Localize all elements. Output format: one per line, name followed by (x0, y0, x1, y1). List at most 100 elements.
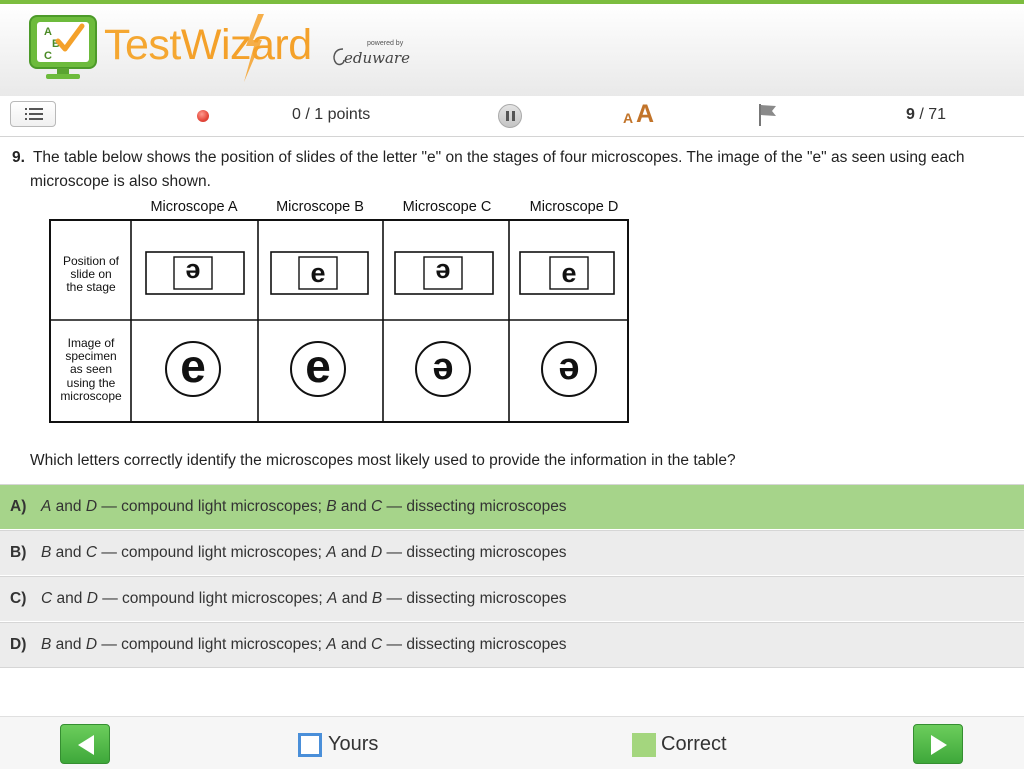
answer-text-segment: and (51, 636, 86, 653)
answer-letter: B (371, 590, 383, 607)
answer-text: B and D — compound light microscopes; A … (41, 636, 567, 654)
answer-letter: B (326, 498, 337, 515)
answer-choice-c[interactable]: C) C and D — compound light microscopes;… (0, 576, 1024, 621)
column-header-microscope-b: Microscope B (276, 199, 364, 215)
yours-legend-label: Yours (328, 733, 379, 755)
image-cell-microscope-d: e (541, 341, 597, 397)
question-list-button[interactable] (10, 101, 56, 127)
slide-position-row: eeee (145, 251, 615, 295)
answer-choice-b[interactable]: B) B and C — compound light microscopes;… (0, 530, 1024, 575)
answer-letter: A (326, 544, 337, 561)
answer-letter: D (85, 498, 98, 515)
app-logo-text: TestWizard (104, 20, 312, 70)
slide-cell-microscope-c: e (394, 251, 494, 295)
question-stem: 9. The table below shows the position of … (12, 146, 1005, 194)
lightning-bolt-icon (244, 14, 264, 82)
correct-legend-label: Correct (661, 733, 727, 755)
answer-choice-d[interactable]: D) B and D — compound light microscopes;… (0, 622, 1024, 668)
answer-label: A) (10, 498, 27, 515)
answer-text-segment: — compound light microscopes; (97, 636, 327, 653)
answer-letter: B (41, 636, 52, 653)
specimen-letter-e: e (305, 340, 331, 392)
column-header-microscope-d: Microscope D (530, 199, 619, 215)
total-questions: / 71 (914, 106, 947, 123)
answer-text-segment: and (337, 590, 372, 607)
answer-label: C) (10, 590, 27, 607)
answer-text-segment: and (51, 498, 86, 515)
pause-button[interactable] (498, 104, 522, 128)
powered-by-label: powered by (367, 40, 404, 47)
testwizard-monitor-icon: A B C (29, 15, 97, 79)
pause-icon-bar (506, 111, 509, 121)
answer-text: A and D — compound light microscopes; B … (41, 498, 567, 516)
answer-text-segment: and (52, 590, 87, 607)
row-label-line: the stage (66, 280, 116, 294)
powered-by-eduware: powered by eduware (330, 40, 410, 70)
answer-letter: B (41, 544, 52, 561)
answer-choice-a[interactable]: A) A and D — compound light microscopes;… (0, 484, 1024, 529)
answer-text: B and C — compound light microscopes; A … (41, 544, 567, 562)
arrow-right-icon (931, 735, 947, 755)
specimen-image-row: eeee (165, 340, 597, 397)
slide-letter-e: e (435, 258, 450, 288)
previous-question-button[interactable] (60, 724, 110, 764)
answer-letter: A (41, 498, 52, 515)
increase-font-button[interactable]: A (636, 100, 654, 129)
answer-label: D) (10, 636, 27, 653)
slide-letter-e: e (561, 258, 576, 288)
answer-text-segment: — dissecting microscopes (382, 636, 567, 653)
yours-legend-swatch (298, 733, 322, 757)
flag-question-button[interactable] (757, 103, 779, 127)
decrease-font-button[interactable]: A (623, 110, 633, 126)
answer-text-segment: and (336, 544, 372, 561)
answer-letter: A (326, 636, 337, 653)
points-display: 0 / 1 points (292, 106, 371, 123)
correct-legend-swatch (632, 733, 656, 757)
svg-text:C: C (44, 50, 52, 62)
question-number: 9. (12, 149, 25, 166)
answer-text: C and D — compound light microscopes; A … (41, 590, 567, 608)
image-cell-microscope-c: e (415, 341, 471, 397)
pause-icon-bar (512, 111, 515, 121)
slide-cell-microscope-b: e (270, 251, 369, 295)
column-header-microscope-a: Microscope A (150, 199, 237, 215)
answer-letter: A (327, 590, 338, 607)
next-question-button[interactable] (913, 724, 963, 764)
image-cell-microscope-a: e (165, 340, 221, 397)
row-label-position: Position of slide on the stage (63, 254, 120, 294)
answer-text-segment: — dissecting microscopes (382, 498, 567, 515)
slide-letter-e: e (185, 258, 200, 288)
answer-letter: D (85, 636, 98, 653)
microscope-table: Microscope A Microscope B Microscope C M… (49, 199, 629, 423)
answer-letter: C (85, 544, 98, 561)
answer-text-segment: — dissecting microscopes (382, 544, 567, 561)
answer-text-segment: — dissecting microscopes (382, 590, 567, 607)
row-label-line: slide on (70, 267, 111, 281)
footer-bar (0, 716, 1024, 769)
slide-letter-e: e (310, 258, 325, 288)
svg-text:A: A (44, 26, 52, 38)
row-label-line: as seen (70, 362, 112, 376)
row-label-line: using the (67, 376, 116, 390)
answer-letter: C (371, 636, 383, 653)
answer-text-segment: — compound light microscopes; (97, 590, 328, 607)
column-header-microscope-c: Microscope C (403, 199, 492, 215)
row-label-line: microscope (60, 389, 122, 403)
answer-text-segment: and (336, 636, 372, 653)
slide-cell-microscope-d: e (519, 251, 615, 295)
answer-text-segment: — compound light microscopes; (97, 498, 327, 515)
specimen-letter-e: e (558, 350, 579, 392)
slide-cell-microscope-a: e (145, 251, 245, 295)
table-border (49, 219, 629, 423)
row-label-line: specimen (65, 349, 116, 363)
image-cell-microscope-b: e (290, 340, 346, 397)
status-indicator-dot (197, 110, 209, 122)
answer-text-segment: — compound light microscopes; (97, 544, 327, 561)
list-icon (25, 108, 43, 120)
eduware-brand: eduware (344, 49, 410, 67)
answer-label: B) (10, 544, 27, 561)
specimen-letter-e: e (180, 340, 206, 392)
question-text: The table below shows the position of sl… (30, 149, 965, 190)
current-question-number: 9 (906, 106, 915, 123)
question-prompt: Which letters correctly identify the mic… (30, 452, 736, 469)
